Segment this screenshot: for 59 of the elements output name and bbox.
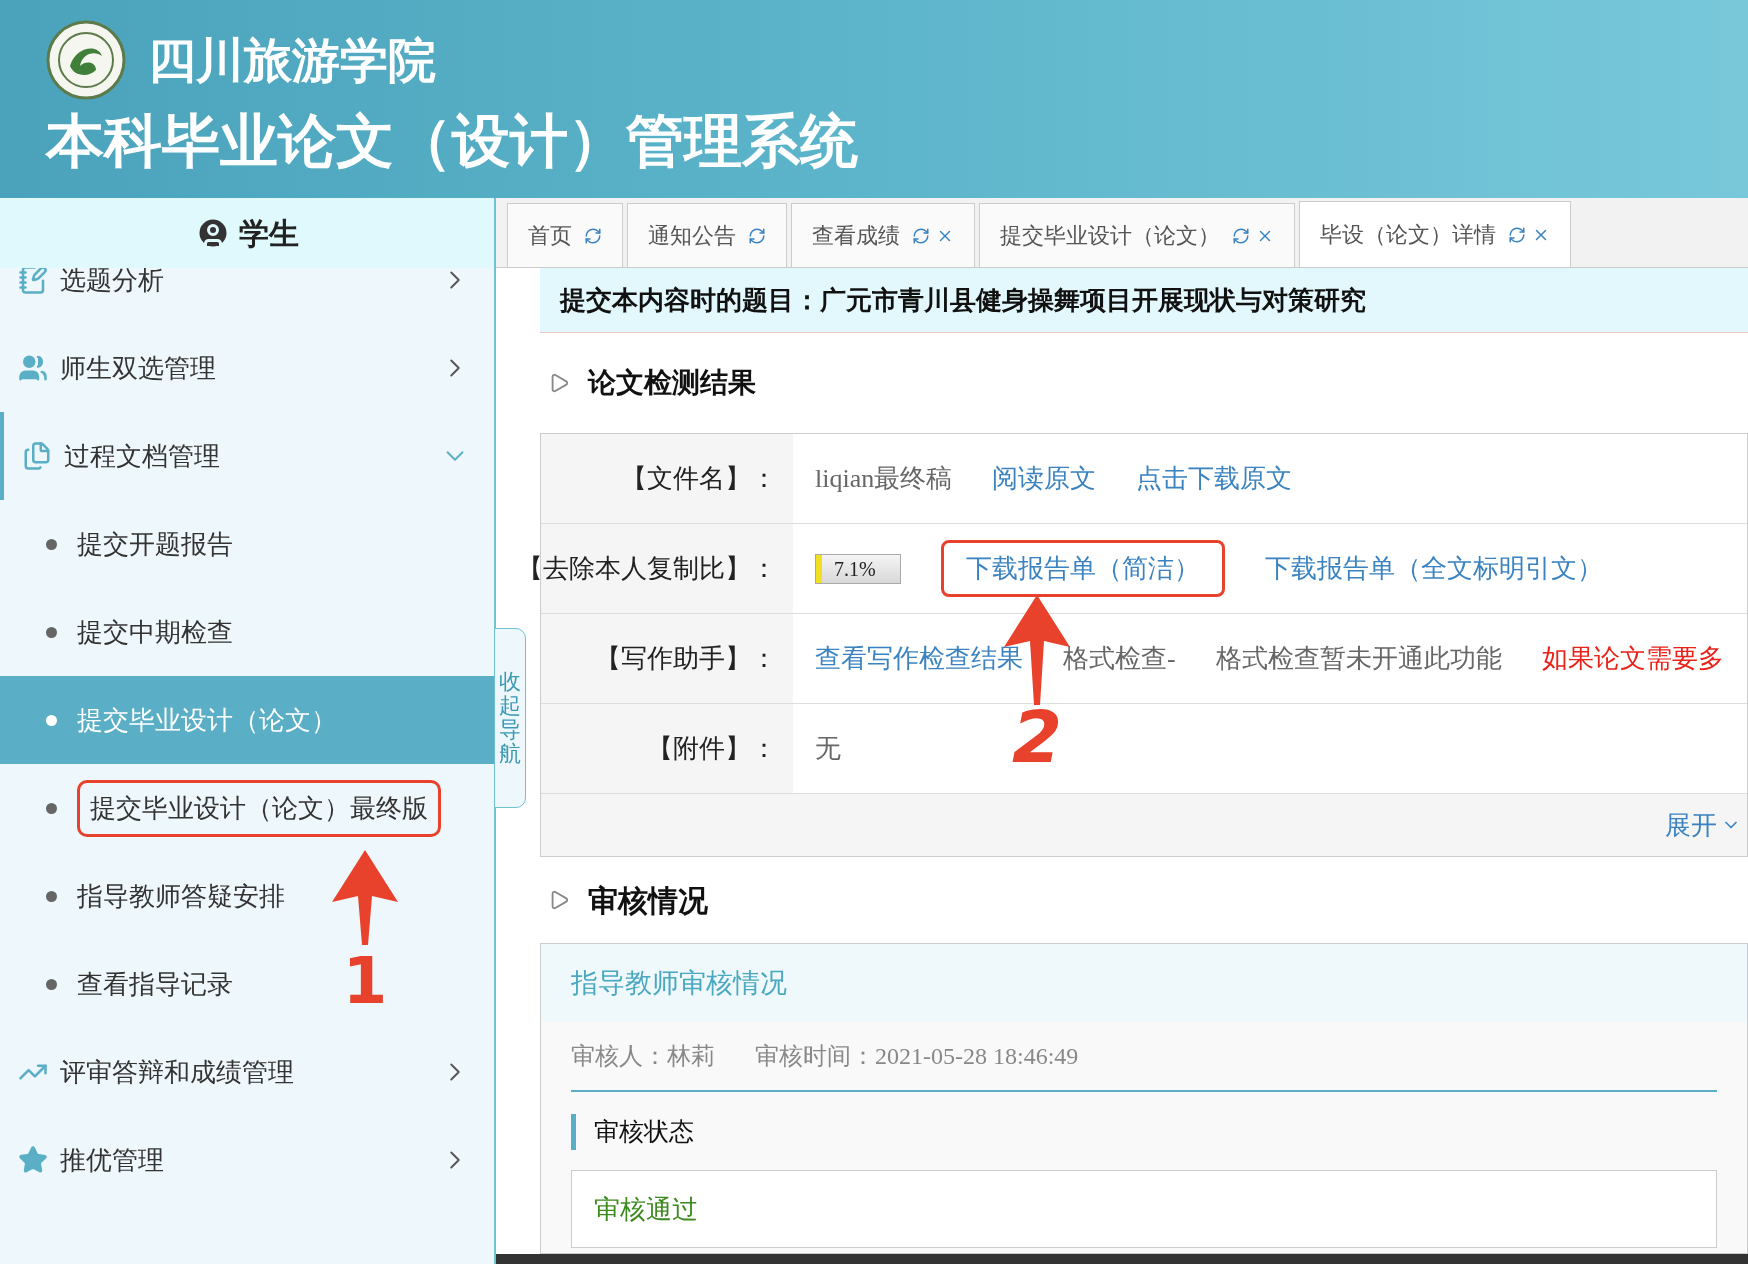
system-title: 本科毕业论文（设计）管理系统 — [46, 112, 859, 170]
ratio-bar: 7.1% — [815, 553, 901, 584]
bullet-icon — [46, 802, 57, 814]
sidebar-item[interactable]: 过程文档管理 — [0, 412, 494, 500]
bullet-icon — [46, 890, 57, 902]
status-heading: 审核状态 — [594, 1117, 694, 1148]
topic-banner: 提交本内容时的题目：广元市青川县健身操舞项目开展现状与对策研究 — [540, 268, 1748, 333]
bullet-icon — [46, 714, 57, 726]
field-label: 【写作助手】： — [595, 643, 777, 675]
field-label: 【附件】： — [647, 733, 777, 765]
link[interactable]: 下载报告单（简洁） — [941, 540, 1225, 597]
sidebar-item[interactable]: 选题分析 — [0, 268, 494, 324]
sidebar-header: 学生 — [0, 198, 494, 268]
field-label: 【文件名】： — [621, 463, 777, 495]
note-text: 格式检查暂未开通此功能 — [1215, 643, 1502, 675]
status-box: 审核通过 — [571, 1170, 1717, 1248]
link[interactable]: 阅读原文 — [992, 459, 1097, 498]
sidebar-item[interactable]: 评审答辩和成绩管理 — [0, 1028, 494, 1116]
link[interactable]: 查看写作检查结果 — [815, 639, 1023, 678]
review-time: 审核时间：2021-05-28 18:46:49 — [755, 1042, 1079, 1071]
tab[interactable]: 查看成绩 — [791, 203, 975, 267]
field-value: liqian最终稿 — [815, 463, 953, 495]
expand-link[interactable]: 展开 — [1665, 805, 1717, 845]
tab[interactable]: 首页 — [507, 203, 623, 267]
bullet-icon — [46, 538, 57, 550]
section-heading: 审核情况 — [588, 882, 708, 919]
link[interactable]: 点击下载原文 — [1136, 459, 1293, 498]
card-title: 指导教师审核情况 — [571, 966, 787, 1000]
refresh-icon[interactable] — [912, 226, 930, 245]
submenu-item[interactable]: 提交开题报告 — [0, 500, 241, 588]
school-name: 四川旅游学院 — [148, 31, 436, 90]
warning-text: 如果论文需要多 — [1541, 643, 1724, 675]
submenu-item[interactable]: 指导教师答疑安排 — [0, 852, 293, 940]
field-label: 【去除本人复制比】： — [517, 553, 777, 585]
submenu-item[interactable]: 查看指导记录 — [0, 940, 241, 1028]
refresh-icon[interactable] — [1508, 225, 1526, 244]
bullet-icon — [46, 626, 57, 638]
field-value: 无 — [815, 733, 841, 765]
refresh-icon[interactable] — [584, 226, 602, 245]
section-heading: 论文检测结果 — [588, 366, 756, 400]
menu-icon — [18, 353, 48, 383]
reviewer-text: 审核人：林莉 — [571, 1042, 715, 1071]
sidebar-item[interactable]: 推优管理 — [0, 1116, 494, 1204]
annotation-number: 2 — [1011, 701, 1063, 773]
refresh-icon[interactable] — [748, 226, 766, 245]
link[interactable]: 下载报告单（全文标明引文） — [1265, 549, 1603, 588]
tab[interactable]: 提交毕业设计（论文） — [979, 203, 1295, 267]
bullet-icon — [46, 978, 57, 990]
menu-icon — [18, 268, 48, 295]
submenu-item[interactable]: 提交中期检查 — [0, 588, 241, 676]
annotation-number: 1 — [342, 949, 388, 1013]
logo-icon — [46, 20, 126, 100]
menu-icon — [22, 441, 52, 471]
tab[interactable]: 通知公告 — [627, 203, 787, 267]
note-text: 格式检查- — [1063, 643, 1176, 675]
sidebar-item[interactable]: 师生双选管理 — [0, 324, 494, 412]
tab[interactable]: 毕设（论文）详情 — [1299, 201, 1571, 267]
menu-icon — [18, 1145, 48, 1175]
refresh-icon[interactable] — [1232, 226, 1250, 245]
